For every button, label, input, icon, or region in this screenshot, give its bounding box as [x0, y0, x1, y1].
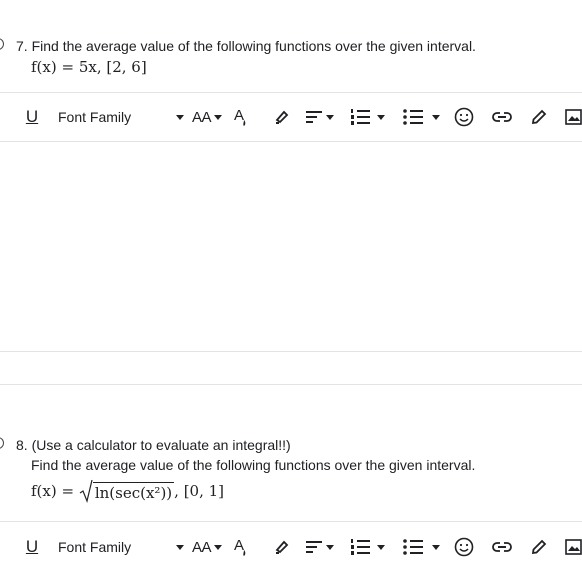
highlight-button[interactable]: [270, 527, 292, 567]
question-8-formula: f(x) = ln(sec(x²)), [0, 1]: [31, 479, 225, 503]
question-8-text: 8. (Use a calculator to evaluate an inte…: [16, 437, 291, 453]
underline-button[interactable]: U: [22, 97, 42, 137]
divider: [0, 384, 582, 385]
editor-toolbar: U Font Family AA A: [0, 97, 582, 137]
formula-prefix: f(x) =: [31, 482, 79, 500]
sqrt-sign-icon: [79, 479, 93, 503]
numbered-list-button[interactable]: [345, 97, 389, 137]
highlight-icon: [275, 110, 289, 124]
font-size-button[interactable]: AA: [191, 527, 223, 567]
chevron-down-icon: [432, 114, 440, 120]
image-button[interactable]: [564, 527, 582, 567]
pencil-button[interactable]: [528, 527, 550, 567]
question-marker: [0, 437, 4, 449]
formula-suffix: , [0, 1]: [174, 482, 225, 500]
question-8-instruction: Find the average value of the following …: [31, 457, 476, 473]
underline-button[interactable]: U: [22, 527, 42, 567]
editor-toolbar: U Font Family AA A: [0, 527, 582, 567]
pencil-icon: [531, 539, 547, 555]
question-7-text: 7. Find the average value of the followi…: [16, 38, 476, 54]
emoji-button[interactable]: [454, 97, 474, 137]
chevron-down-icon: [214, 114, 222, 120]
emoji-icon: [454, 107, 474, 127]
link-button[interactable]: [490, 97, 514, 137]
chevron-down-icon: [377, 114, 385, 120]
numbered-list-button[interactable]: [345, 527, 389, 567]
bulleted-list-icon: [403, 539, 423, 555]
link-button[interactable]: [490, 527, 514, 567]
text-color-icon: A: [234, 107, 246, 126]
svg-text:A: A: [234, 107, 244, 124]
font-family-label: Font Family: [58, 539, 132, 555]
align-icon: [305, 111, 322, 123]
chevron-down-icon: [176, 114, 185, 120]
align-button[interactable]: [303, 527, 335, 567]
font-family-dropdown[interactable]: Font Family: [58, 527, 193, 567]
bulleted-list-button[interactable]: [397, 527, 445, 567]
underline-icon: U: [25, 537, 39, 556]
highlight-icon: [275, 540, 289, 554]
emoji-icon: [454, 537, 474, 557]
divider: [0, 92, 582, 93]
link-icon: [492, 542, 512, 552]
font-family-dropdown[interactable]: Font Family: [58, 97, 193, 137]
font-family-label: Font Family: [58, 109, 132, 125]
question-marker: [0, 38, 4, 50]
divider: [0, 521, 582, 522]
numbered-list-icon: [351, 539, 370, 555]
image-icon: [565, 109, 582, 125]
pencil-button[interactable]: [528, 97, 550, 137]
chevron-down-icon: [214, 544, 222, 550]
text-color-button[interactable]: A: [232, 527, 250, 567]
highlight-button[interactable]: [270, 97, 292, 137]
chevron-down-icon: [377, 544, 385, 550]
font-size-icon: AA: [191, 538, 212, 556]
bulleted-list-button[interactable]: [397, 97, 445, 137]
numbered-list-icon: [351, 109, 370, 125]
font-size-icon: AA: [191, 108, 212, 126]
divider: [0, 351, 582, 352]
square-root: ln(sec(x²)): [79, 479, 175, 503]
question-7-formula: f(x) = 5x, [2, 6]: [31, 58, 147, 76]
text-color-icon: A: [234, 537, 246, 556]
answer-editor-area[interactable]: [0, 142, 582, 351]
link-icon: [492, 112, 512, 122]
font-size-button[interactable]: AA: [191, 97, 223, 137]
text-color-button[interactable]: A: [232, 97, 250, 137]
align-button[interactable]: [303, 97, 335, 137]
underline-icon: U: [25, 107, 39, 126]
chevron-down-icon: [325, 544, 334, 550]
align-icon: [305, 541, 322, 553]
emoji-button[interactable]: [454, 527, 474, 567]
chevron-down-icon: [325, 114, 334, 120]
chevron-down-icon: [432, 544, 440, 550]
pencil-icon: [531, 109, 547, 125]
image-icon: [565, 539, 582, 555]
svg-text:A: A: [234, 537, 244, 554]
chevron-down-icon: [176, 544, 185, 550]
image-button[interactable]: [564, 97, 582, 137]
formula-radicand: ln(sec(x²)): [92, 482, 175, 502]
bulleted-list-icon: [403, 109, 423, 125]
